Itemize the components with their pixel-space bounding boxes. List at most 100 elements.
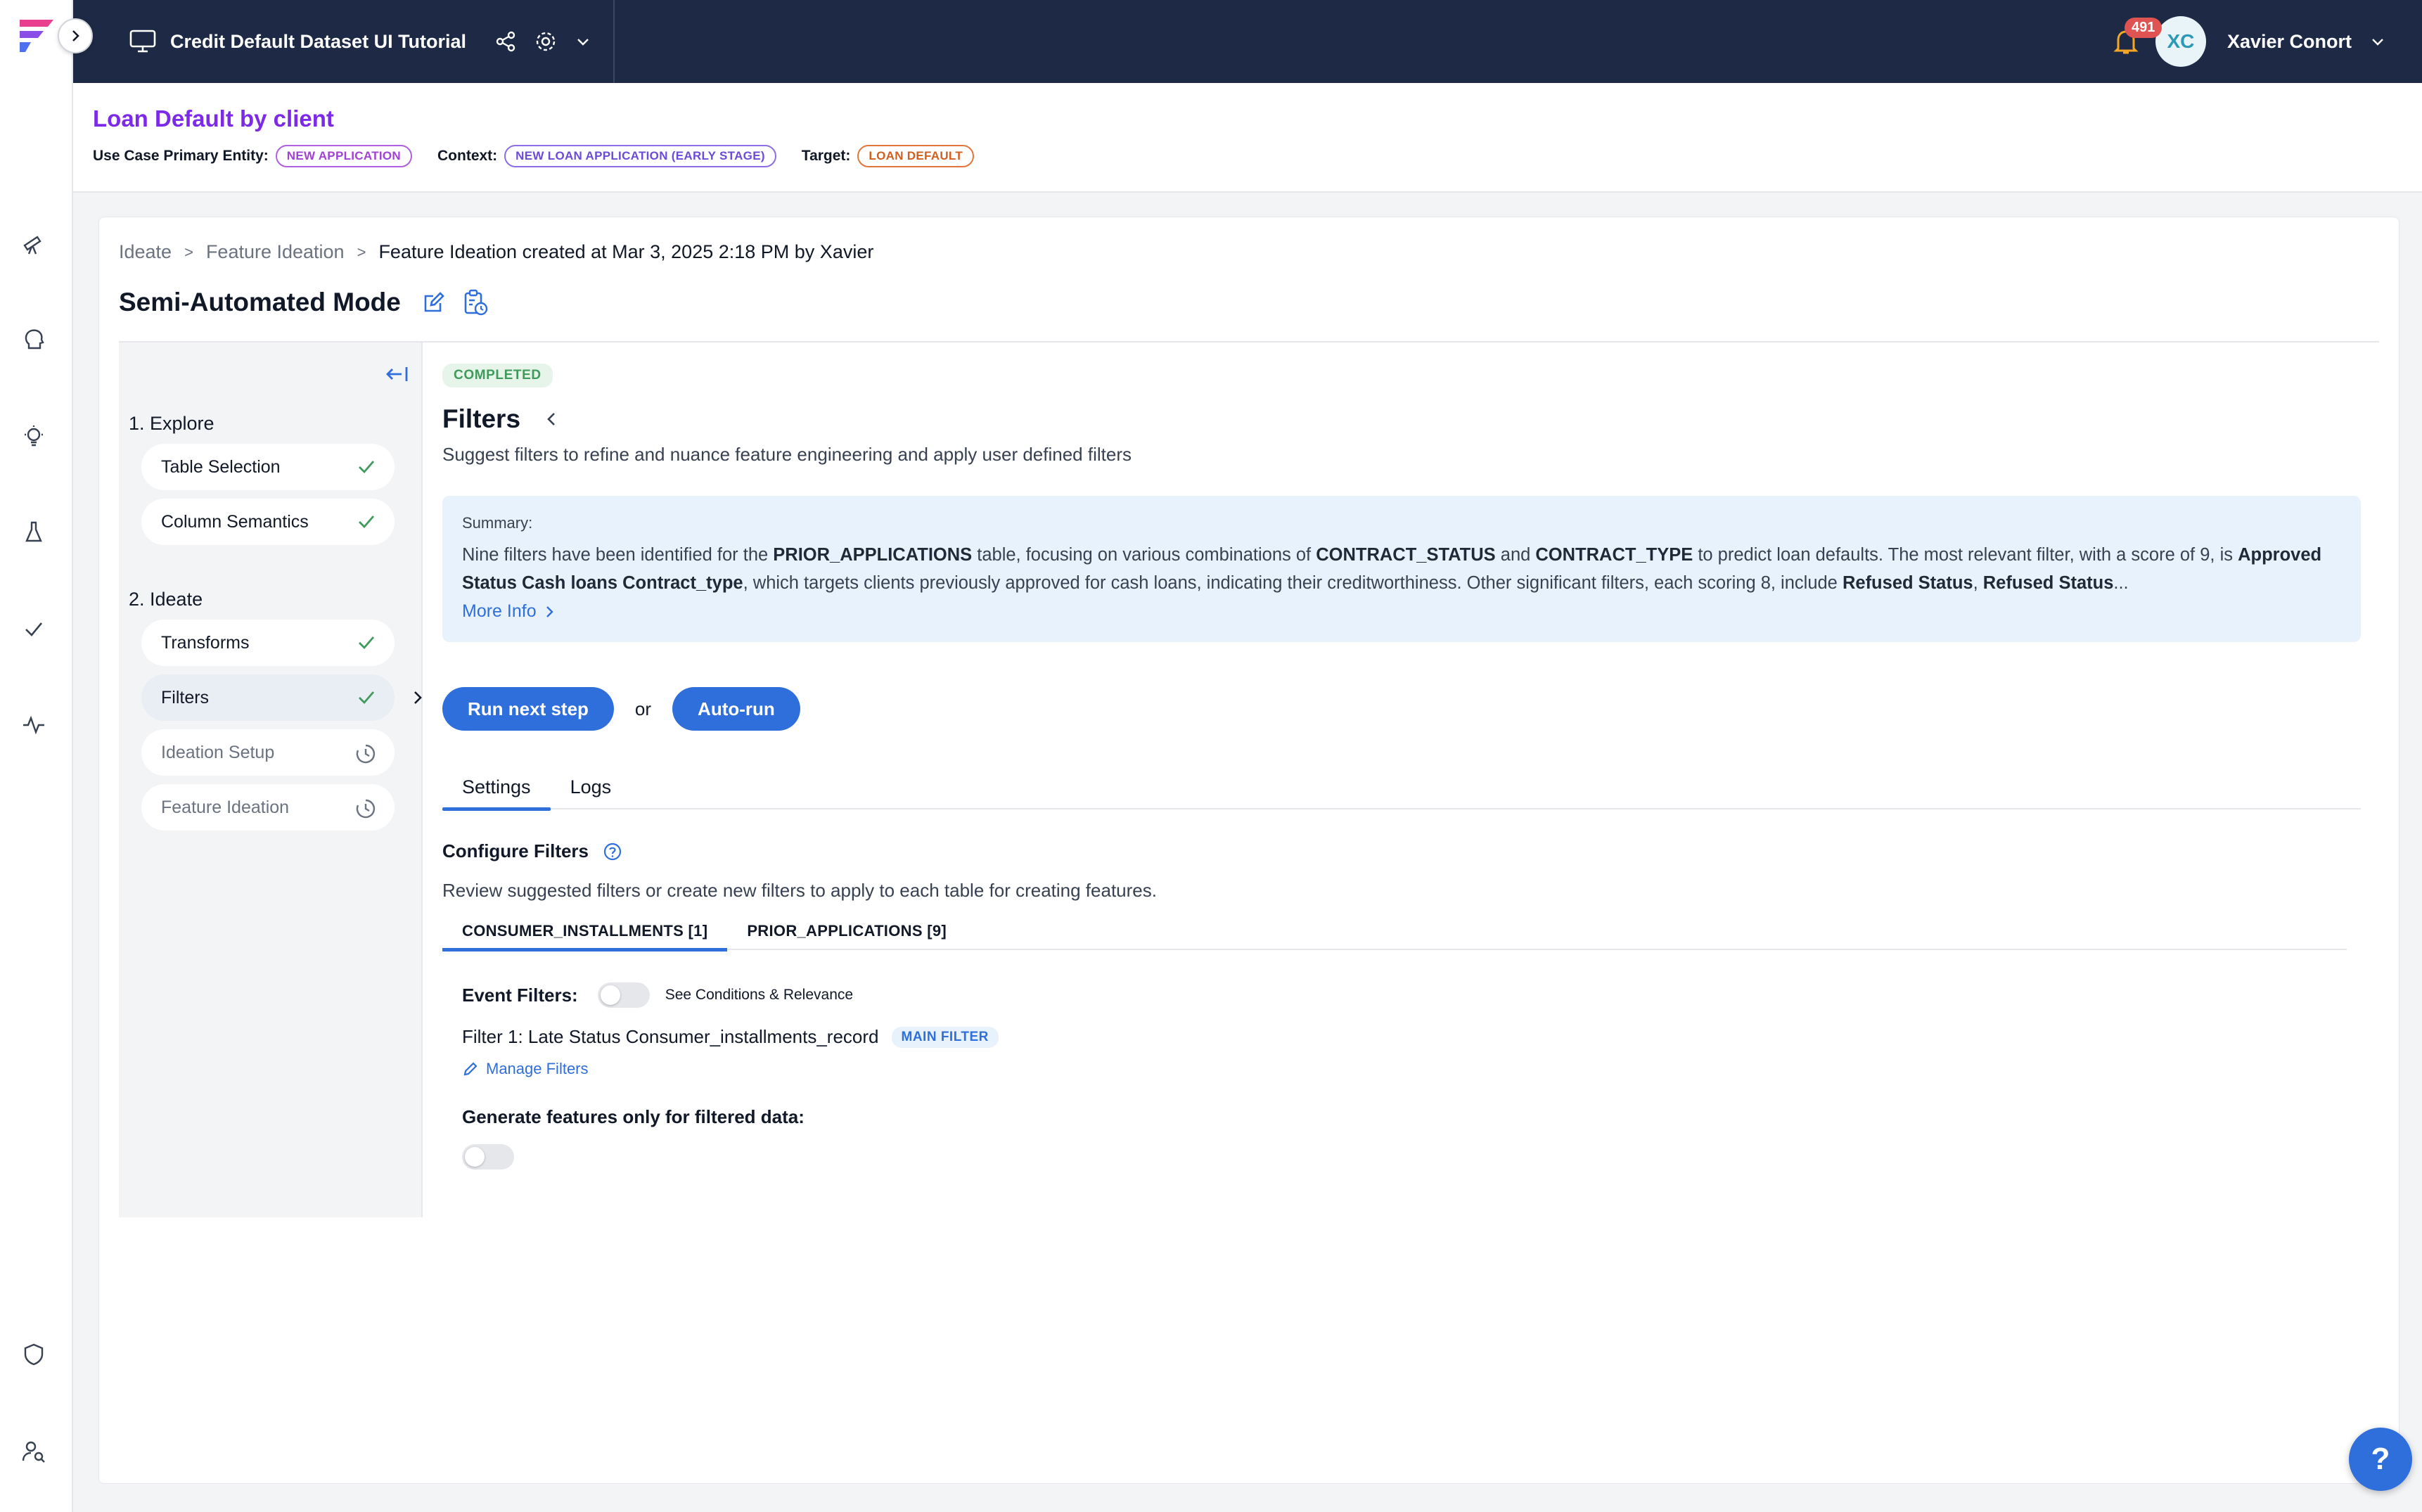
or-text: or <box>634 698 652 719</box>
summary-text-part: ... <box>2113 573 2129 593</box>
summary-label: Summary: <box>462 514 533 532</box>
primary-entity-label: Use Case Primary Entity: <box>93 148 269 164</box>
chevron-down-icon[interactable] <box>575 33 591 50</box>
rail-telescope-icon[interactable] <box>20 229 48 257</box>
use-case-title[interactable]: Loan Default by client <box>93 105 334 132</box>
filter-1-name: Filter 1: Late Status Consumer_installme… <box>462 1026 879 1047</box>
auto-run-button[interactable]: Auto-run <box>672 687 800 731</box>
check-icon <box>359 515 375 529</box>
divider <box>119 341 2379 342</box>
app-logo-icon[interactable] <box>15 15 58 56</box>
collapse-left-icon <box>386 367 408 381</box>
rail-activity-icon[interactable] <box>20 710 48 738</box>
summary-text-part: , <box>1973 573 1983 593</box>
check-icon <box>359 461 375 474</box>
breadcrumb-feature-ideation[interactable]: Feature Ideation <box>206 241 345 263</box>
rail-flask-icon[interactable] <box>20 518 48 546</box>
user-name[interactable]: Xavier Conort <box>2227 31 2352 53</box>
avatar[interactable]: XC <box>2155 16 2206 67</box>
main-filter-badge: MAIN FILTER <box>891 1026 999 1048</box>
section-title: Filters <box>442 404 521 433</box>
table-tabs: CONSUMER_INSTALLMENTS [1] PRIOR_APPLICAT… <box>442 912 2347 952</box>
edit-icon <box>424 292 444 312</box>
target-label: Target: <box>801 148 851 164</box>
pending-clock-icon <box>356 744 376 764</box>
use-case-header: Loan Default by client Use Case Primary … <box>73 83 2422 193</box>
collapse-steps-button[interactable] <box>385 364 410 388</box>
see-conditions-toggle[interactable] <box>597 982 650 1008</box>
summary-filter-name: Refused Status <box>1842 573 1973 593</box>
rail-shield-icon[interactable] <box>20 1340 48 1369</box>
pending-clock-icon <box>356 799 376 819</box>
step-filters[interactable]: Filters <box>141 674 422 721</box>
step-label: Transforms <box>161 632 250 653</box>
share-icon[interactable] <box>494 30 517 53</box>
tab-consumer-installments[interactable]: CONSUMER_INSTALLMENTS [1] <box>442 912 728 952</box>
summary-text: Nine filters have been identified for th… <box>462 541 2341 597</box>
step-table-selection[interactable]: Table Selection <box>141 444 395 490</box>
context-badge: NEW LOAN APPLICATION (EARLY STAGE) <box>504 145 776 167</box>
status-badge: COMPLETED <box>442 364 553 387</box>
check-icon <box>359 636 375 650</box>
run-next-step-button[interactable]: Run next step <box>442 687 614 731</box>
manage-filters-link[interactable]: Manage Filters <box>462 1060 589 1078</box>
breadcrumb-ideate[interactable]: Ideate <box>119 241 172 263</box>
more-info-label: More Info <box>462 601 537 621</box>
step-label: Table Selection <box>161 456 281 477</box>
step-label: Column Semantics <box>161 511 309 532</box>
more-info-link[interactable]: More Info <box>462 601 2341 622</box>
summary-filter-name: Refused Status <box>1982 573 2114 593</box>
tab-logs[interactable]: Logs <box>551 764 632 809</box>
tab-settings[interactable]: Settings <box>442 764 551 811</box>
summary-table-name: PRIOR_APPLICATIONS <box>773 545 973 565</box>
step-transforms[interactable]: Transforms <box>141 620 395 666</box>
step-column-semantics[interactable]: Column Semantics <box>141 499 395 545</box>
target-badge: LOAN DEFAULT <box>857 145 975 167</box>
step-label: Ideation Setup <box>161 742 275 762</box>
clipboard-clock-icon <box>464 289 488 316</box>
tab-prior-applications[interactable]: PRIOR_APPLICATIONS [9] <box>727 912 966 950</box>
help-circle-icon[interactable] <box>603 842 622 861</box>
clipboard-history-button[interactable] <box>463 289 488 316</box>
summary-column-name: CONTRACT_STATUS <box>1316 545 1496 565</box>
rail-check-icon[interactable] <box>20 615 48 643</box>
summary-text-part: to predict loan defaults. The most relev… <box>1693 545 2238 565</box>
manage-filters-label: Manage Filters <box>486 1060 589 1077</box>
steps-panel: 1. Explore Table Selection Column Semant… <box>119 342 423 1217</box>
chevron-right-icon <box>72 30 79 41</box>
project-selector[interactable]: Credit Default Dataset UI Tutorial <box>73 0 615 83</box>
see-conditions-label: See Conditions & Relevance <box>665 987 854 1003</box>
rail-brain-icon[interactable] <box>20 325 48 353</box>
left-rail <box>0 0 93 1512</box>
notifications-button[interactable]: 491 <box>2106 18 2162 61</box>
generate-filtered-toggle[interactable] <box>462 1144 514 1170</box>
breadcrumb: Ideate > Feature Ideation > Feature Idea… <box>119 241 873 263</box>
summary-text-part: and <box>1495 545 1536 565</box>
breadcrumb-separator: > <box>184 243 193 261</box>
help-button[interactable]: ? <box>2349 1428 2412 1491</box>
event-filters-label: Event Filters: <box>462 984 578 1006</box>
primary-entity-badge: NEW APPLICATION <box>275 145 412 167</box>
user-menu-chevron-icon[interactable] <box>2369 32 2387 51</box>
chevron-right-icon <box>414 691 422 704</box>
generate-filtered-label: Generate features only for filtered data… <box>462 1106 805 1127</box>
section-explore: 1. Explore <box>129 413 214 434</box>
expand-sidebar-button[interactable] <box>58 18 93 53</box>
configure-filters-title: Configure Filters <box>442 840 589 861</box>
rail-user-search-icon[interactable] <box>20 1437 48 1466</box>
section-subtitle: Suggest filters to refine and nuance fea… <box>442 444 1132 465</box>
chevron-left-icon[interactable] <box>544 410 558 428</box>
page-title: Semi-Automated Mode <box>119 288 401 316</box>
summary-text-part: table, focusing on various combinations … <box>972 545 1316 565</box>
step-ideation-setup[interactable]: Ideation Setup <box>141 729 395 776</box>
context-label: Context: <box>437 148 498 164</box>
top-bar: Credit Default Dataset UI Tutorial 491 X… <box>73 0 2422 83</box>
pencil-icon <box>463 1062 478 1076</box>
step-label: Filters <box>161 687 210 707</box>
summary-box: Summary: Nine filters have been identifi… <box>442 496 2361 642</box>
notifications-count-badge: 491 <box>2124 18 2162 38</box>
edit-mode-button[interactable] <box>422 290 446 314</box>
rail-lightbulb-icon[interactable] <box>20 422 48 450</box>
gear-icon[interactable] <box>534 30 558 53</box>
step-feature-ideation[interactable]: Feature Ideation <box>141 784 395 831</box>
